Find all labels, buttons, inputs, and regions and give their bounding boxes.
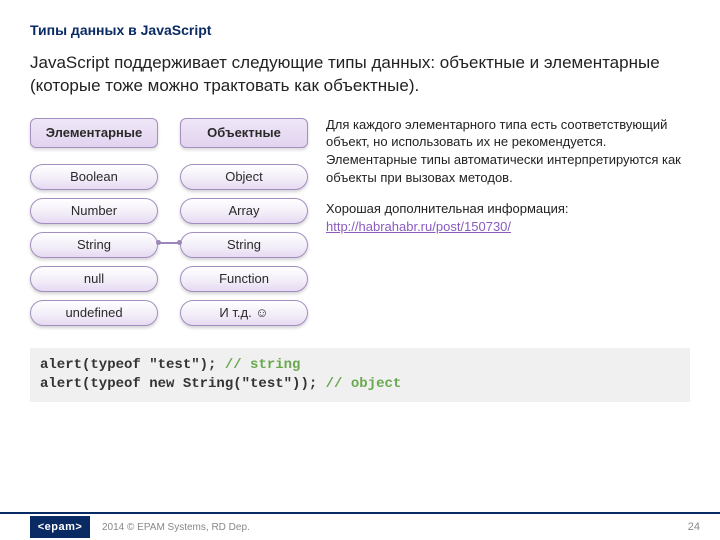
- code-text: alert(typeof new String("test"));: [40, 376, 326, 392]
- type-pill: Array: [180, 198, 308, 224]
- type-pill: Boolean: [30, 164, 158, 190]
- copyright-text: 2014 © EPAM Systems, RD Dep.: [102, 522, 250, 533]
- code-comment: // string: [225, 357, 301, 373]
- type-diagram: Элементарные Boolean Number String null …: [30, 116, 308, 334]
- type-pill: String: [180, 232, 308, 258]
- type-pill: null: [30, 266, 158, 292]
- side-para-1: Для каждого элементарного типа есть соот…: [326, 116, 690, 186]
- intro-text: JavaScript поддерживает следующие типы д…: [30, 52, 690, 98]
- link-prefix: Хорошая дополнительная информация:: [326, 201, 569, 216]
- type-pill: И т.д. ☺: [180, 300, 308, 326]
- code-text: alert(typeof "test");: [40, 357, 225, 373]
- object-header: Объектные: [180, 118, 308, 148]
- reference-link[interactable]: http://habrahabr.ru/post/150730/: [326, 219, 511, 234]
- type-pill: Number: [30, 198, 158, 224]
- code-comment: // object: [326, 376, 402, 392]
- type-pill: String: [30, 232, 158, 258]
- page-number: 24: [688, 521, 700, 533]
- side-para-2: Хорошая дополнительная информация: http:…: [326, 200, 690, 235]
- epam-logo: <epam>: [30, 516, 90, 538]
- type-pill: Object: [180, 164, 308, 190]
- connector-line: [158, 242, 180, 244]
- side-text: Для каждого элементарного типа есть соот…: [326, 116, 690, 249]
- code-block: alert(typeof "test"); // string alert(ty…: [30, 348, 690, 402]
- type-pill: undefined: [30, 300, 158, 326]
- type-pill: Function: [180, 266, 308, 292]
- primitive-column: Элементарные Boolean Number String null …: [30, 118, 158, 334]
- code-line-2: alert(typeof new String("test")); // obj…: [40, 375, 680, 394]
- code-line-1: alert(typeof "test"); // string: [40, 356, 680, 375]
- slide-title: Типы данных в JavaScript: [30, 22, 690, 38]
- footer: <epam> 2014 © EPAM Systems, RD Dep. 24: [0, 512, 720, 540]
- object-column: Объектные Object Array String Function И…: [180, 118, 308, 334]
- primitive-header: Элементарные: [30, 118, 158, 148]
